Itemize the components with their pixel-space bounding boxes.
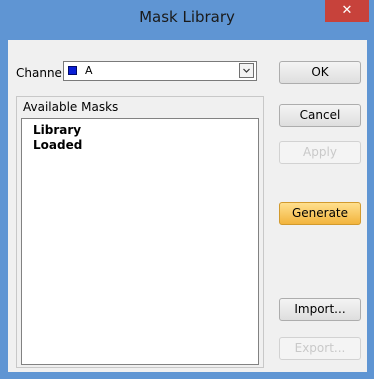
channel-select[interactable]: A (63, 61, 257, 81)
list-item-library[interactable]: Library (33, 123, 81, 137)
dialog-content: Channel A Available Masks Library Loaded… (8, 40, 367, 372)
export-button[interactable]: Export... (279, 337, 361, 360)
title-bar[interactable]: Mask Library ✕ (0, 0, 374, 33)
available-masks-header: Available Masks (23, 100, 119, 114)
import-button[interactable]: Import... (279, 298, 361, 321)
mask-library-window: Mask Library ✕ Channel A Available Masks… (0, 0, 374, 379)
close-icon: ✕ (341, 3, 353, 18)
cancel-button[interactable]: Cancel (279, 104, 361, 127)
apply-button[interactable]: Apply (279, 141, 361, 164)
window-title: Mask Library (139, 8, 235, 26)
channel-label: Channel (16, 66, 66, 80)
list-item-loaded[interactable]: Loaded (33, 138, 82, 152)
channel-color-swatch (68, 66, 77, 75)
masks-list[interactable]: Library Loaded (21, 118, 259, 365)
ok-button[interactable]: OK (279, 61, 361, 84)
generate-button[interactable]: Generate (279, 202, 361, 225)
channel-value: A (85, 64, 93, 77)
close-button[interactable]: ✕ (325, 0, 369, 22)
chevron-down-icon[interactable] (239, 63, 254, 78)
available-masks-group: Available Masks Library Loaded (16, 96, 264, 368)
